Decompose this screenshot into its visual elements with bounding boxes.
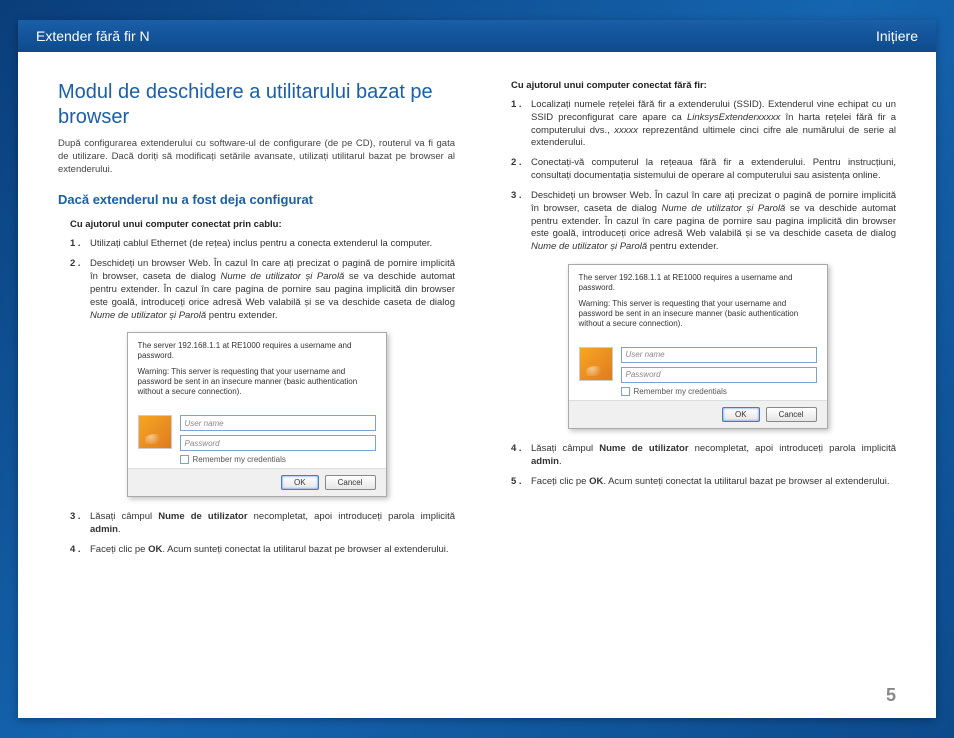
page-title: Modul de deschidere a utilitarului bazat…: [58, 80, 455, 130]
document-page: Extender fără fir N Inițiere Modul de de…: [18, 20, 936, 718]
step-text: Localizați numele rețelei fără fir a ext…: [531, 99, 896, 150]
cable-steps-list: 1 . Utilizați cablul Ethernet (de rețea) …: [58, 238, 455, 322]
credentials-icon: [138, 415, 172, 449]
cable-heading: Cu ajutorul unui computer conectat prin …: [70, 219, 455, 230]
wireless-steps-after-list: 4 . Lăsați câmpul Nume de utilizator neco…: [499, 443, 896, 488]
dialog-screenshot-right: The server 192.168.1.1 at RE1000 require…: [499, 264, 896, 429]
step-number: 4 .: [511, 443, 525, 469]
list-item: 3 . Lăsați câmpul Nume de utilizator neco…: [70, 511, 455, 537]
step-text: Faceți clic pe OK. Acum sunteți conectat…: [531, 476, 896, 489]
ok-button[interactable]: OK: [281, 475, 319, 490]
step-number: 3 .: [511, 190, 525, 254]
wireless-heading: Cu ajutorul unui computer conectat fără …: [511, 80, 896, 91]
cancel-button[interactable]: Cancel: [325, 475, 376, 490]
header-left: Extender fără fir N: [36, 28, 150, 44]
step-number: 2 .: [511, 157, 525, 183]
step-number: 1 .: [511, 99, 525, 150]
list-item: 1 . Localizați numele rețelei fără fir a …: [511, 99, 896, 150]
intro-text: După configurarea extenderului cu softwa…: [58, 138, 455, 176]
step-text: Lăsați câmpul Nume de utilizator necompl…: [531, 443, 896, 469]
step-text: Utilizați cablul Ethernet (de rețea) inc…: [90, 238, 455, 251]
remember-label: Remember my credentials: [634, 387, 727, 396]
list-item: 4 . Faceți clic pe OK. Acum sunteți conec…: [70, 544, 455, 557]
step-number: 5 .: [511, 476, 525, 489]
step-text: Conectați-vă computerul la rețeaua fără …: [531, 157, 896, 183]
step-text: Deschideți un browser Web. În cazul în c…: [531, 190, 896, 254]
remember-checkbox[interactable]: Remember my credentials: [621, 387, 817, 396]
dialog-line1: The server 192.168.1.1 at RE1000 require…: [138, 341, 376, 361]
checkbox-icon: [180, 455, 189, 464]
cancel-button[interactable]: Cancel: [766, 407, 817, 422]
header-bar: Extender fără fir N Inițiere: [18, 20, 936, 52]
list-item: 3 . Deschideți un browser Web. În cazul î…: [511, 190, 896, 254]
step-text: Lăsați câmpul Nume de utilizator necompl…: [90, 511, 455, 537]
auth-dialog: The server 192.168.1.1 at RE1000 require…: [127, 332, 387, 497]
list-item: 2 . Conectați-vă computerul la rețeaua fă…: [511, 157, 896, 183]
list-item: 1 . Utilizați cablul Ethernet (de rețea) …: [70, 238, 455, 251]
step-number: 1 .: [70, 238, 84, 251]
cable-steps-after-list: 3 . Lăsați câmpul Nume de utilizator neco…: [58, 511, 455, 556]
step-number: 3 .: [70, 511, 84, 537]
list-item: 5 . Faceți clic pe OK. Acum sunteți conec…: [511, 476, 896, 489]
step-text: Faceți clic pe OK. Acum sunteți conectat…: [90, 544, 455, 557]
dialog-screenshot-left: The server 192.168.1.1 at RE1000 require…: [58, 332, 455, 497]
auth-dialog: The server 192.168.1.1 at RE1000 require…: [568, 264, 828, 429]
ok-button[interactable]: OK: [722, 407, 760, 422]
content-area: Modul de deschidere a utilitarului bazat…: [18, 52, 936, 718]
page-number: 5: [886, 685, 896, 706]
checkbox-icon: [621, 387, 630, 396]
password-input[interactable]: Password: [180, 435, 376, 451]
dialog-line2: Warning: This server is requesting that …: [579, 299, 817, 329]
left-column: Modul de deschidere a utilitarului bazat…: [58, 80, 455, 718]
right-column: Cu ajutorul unui computer conectat fără …: [499, 80, 896, 718]
wireless-steps-list: 1 . Localizați numele rețelei fără fir a …: [499, 99, 896, 254]
password-input[interactable]: Password: [621, 367, 817, 383]
credentials-icon: [579, 347, 613, 381]
username-input[interactable]: User name: [621, 347, 817, 363]
remember-label: Remember my credentials: [193, 455, 286, 464]
username-input[interactable]: User name: [180, 415, 376, 431]
remember-checkbox[interactable]: Remember my credentials: [180, 455, 376, 464]
dialog-line2: Warning: This server is requesting that …: [138, 367, 376, 397]
step-text: Deschideți un browser Web. În cazul în c…: [90, 258, 455, 322]
header-right: Inițiere: [876, 28, 918, 44]
subtitle: Dacă extenderul nu a fost deja configura…: [58, 192, 455, 207]
list-item: 2 . Deschideți un browser Web. În cazul î…: [70, 258, 455, 322]
dialog-line1: The server 192.168.1.1 at RE1000 require…: [579, 273, 817, 293]
list-item: 4 . Lăsați câmpul Nume de utilizator neco…: [511, 443, 896, 469]
step-number: 2 .: [70, 258, 84, 322]
step-number: 4 .: [70, 544, 84, 557]
